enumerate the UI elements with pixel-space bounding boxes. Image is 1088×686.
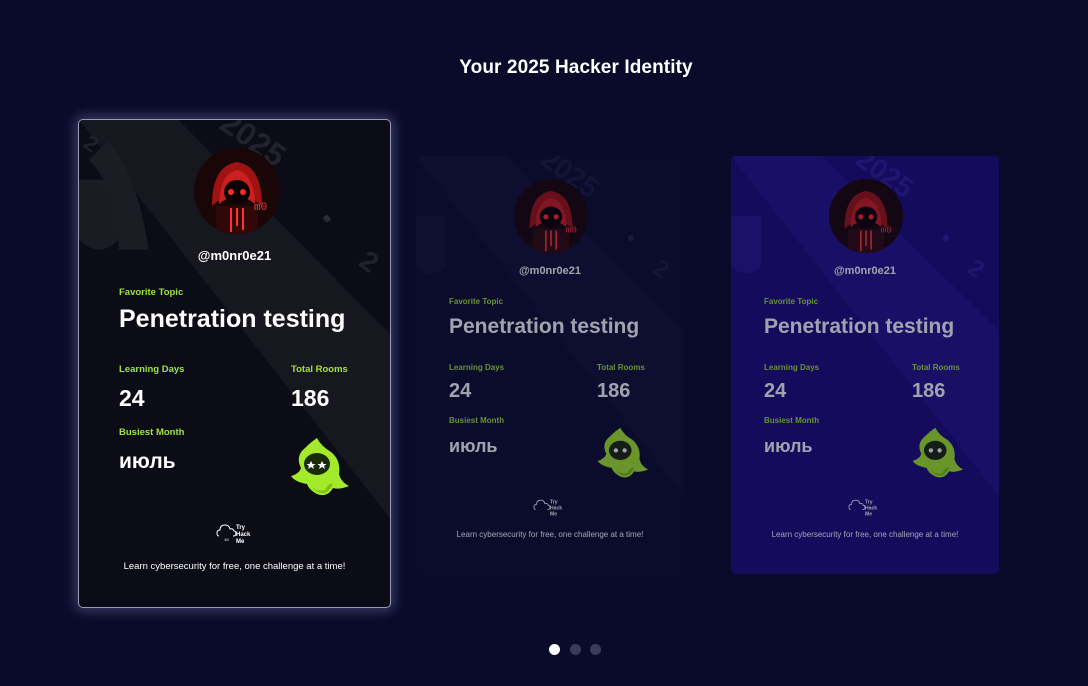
avatar: m0 [194,148,280,234]
learning-days-value: 24 [119,385,145,411]
page-title: Your 2025 Hacker Identity [459,57,693,78]
total-rooms-value: 186 [912,380,946,402]
tagline: Learn cybersecurity for free, one challe… [456,530,644,539]
busiest-month-label: Busiest Month [764,416,820,425]
tagline: Learn cybersecurity for free, one challe… [123,561,346,572]
avatar: m0 [829,179,903,253]
favorite-topic-label: Favorite Topic [449,297,504,306]
learning-days-label: Learning Days [764,363,820,372]
svg-text:m0: m0 [566,224,578,235]
identity-card-2[interactable]: 2025 2 m0 @m0nr0e21 Favorite Topic Penet… [416,156,684,574]
total-rooms-label: Total Rooms [291,364,348,375]
busiest-month-label: Busiest Month [119,427,185,438]
learning-days-value: 24 [764,380,787,402]
identity-card-3[interactable]: 2025 2 m0 @m0nr0e21 Favorite Topic Penet… [731,156,999,574]
svg-text:10: 10 [224,539,229,543]
svg-text:m0: m0 [254,202,267,214]
tryhackme-logo-icon: Try Hack Me [533,500,562,517]
tryhackme-logo-icon: Try Hack Me 10 [216,524,251,545]
pagination-dot-2[interactable] [570,644,581,655]
hooded-ghost-mascot-icon [597,427,649,478]
svg-text:Me: Me [236,539,245,545]
hooded-ghost-mascot-icon [912,427,964,478]
hooded-ghost-mascot-icon [291,438,349,496]
avatar: m0 [514,179,588,253]
learning-days-value: 24 [449,380,472,402]
username: @m0nr0e21 [518,265,582,277]
tagline: Learn cybersecurity for free, one challe… [771,530,959,539]
busiest-month-value: июль [449,436,498,456]
busiest-month-label: Busiest Month [449,416,505,425]
username: @m0nr0e21 [197,248,272,263]
pagination-dot-3[interactable] [590,644,601,655]
total-rooms-value: 186 [597,380,631,402]
learning-days-label: Learning Days [449,363,505,372]
favorite-topic-label: Favorite Topic [119,287,184,298]
total-rooms-label: Total Rooms [597,363,645,372]
username: @m0nr0e21 [833,265,897,277]
favorite-topic-value: Penetration testing [764,315,955,338]
busiest-month-value: июль [119,450,176,473]
tryhackme-logo-icon: Try Hack Me [848,500,877,517]
identity-card-1[interactable]: 2025 2 2 m0 @m0nr0e21 Favorite Topic Pen… [78,119,391,608]
svg-text:m0: m0 [881,224,893,235]
svg-text:Me: Me [550,511,557,517]
total-rooms-value: 186 [291,385,330,411]
svg-text:Me: Me [865,511,872,517]
learning-days-label: Learning Days [119,364,185,375]
pagination-dot-1[interactable] [549,644,560,655]
favorite-topic-value: Penetration testing [119,305,346,333]
busiest-month-value: июль [764,436,813,456]
favorite-topic-label: Favorite Topic [764,297,819,306]
svg-text:Try: Try [236,525,246,531]
total-rooms-label: Total Rooms [912,363,960,372]
svg-text:Hack: Hack [236,532,251,538]
favorite-topic-value: Penetration testing [449,315,640,338]
